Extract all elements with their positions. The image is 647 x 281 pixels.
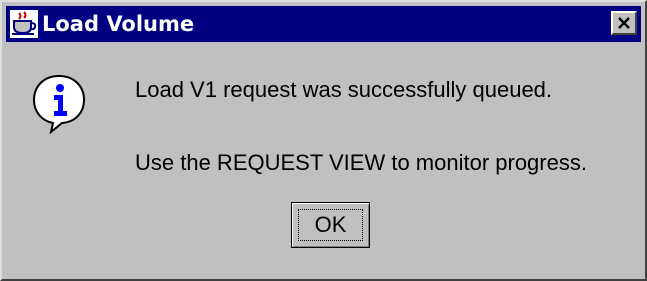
message-line-2: Use the REQUEST VIEW to monitor progress…: [135, 150, 587, 175]
window-title: Load Volume: [42, 12, 195, 36]
info-icon: [32, 74, 86, 135]
close-icon: [618, 17, 630, 29]
close-button[interactable]: [611, 11, 637, 35]
java-cup-icon: [10, 10, 38, 38]
message-line-1: Load V1 request was successfully queued.: [135, 77, 553, 102]
ok-button[interactable]: OK: [291, 202, 370, 248]
load-volume-dialog: Load Volume Load V1 request was successf…: [0, 0, 647, 281]
ok-button-label: OK: [298, 209, 363, 241]
title-bar[interactable]: Load Volume: [6, 6, 641, 42]
